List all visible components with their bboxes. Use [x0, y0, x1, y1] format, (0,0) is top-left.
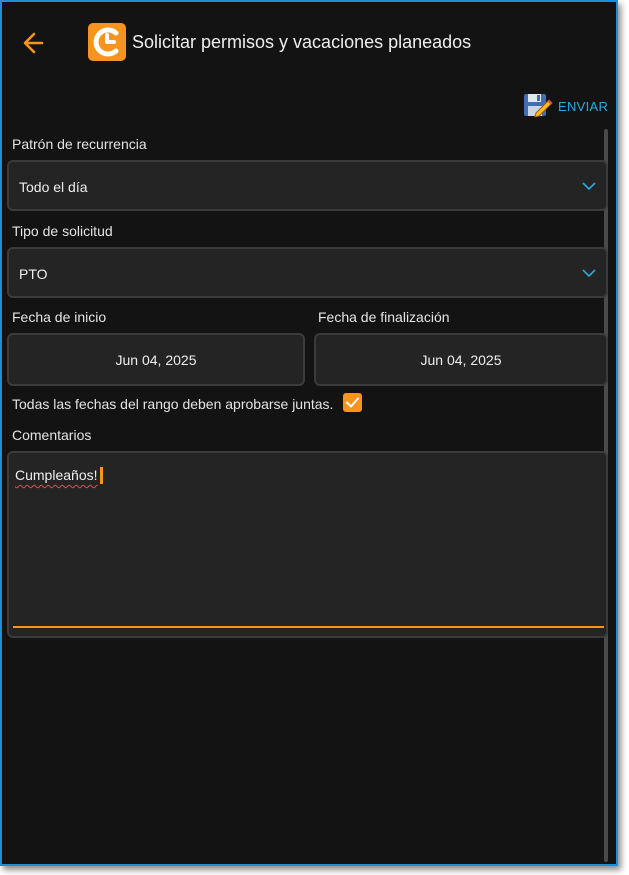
back-button[interactable]: [20, 28, 50, 58]
chevron-down-icon: [582, 269, 596, 278]
end-date-field[interactable]: Jun 04, 2025: [314, 333, 608, 386]
recurrence-select[interactable]: Todo el día: [7, 160, 608, 211]
app-logo-icon: [88, 23, 126, 61]
end-date-label: Fecha de finalización: [318, 309, 450, 325]
start-date-field[interactable]: Jun 04, 2025: [7, 333, 305, 386]
approve-together-checkbox[interactable]: [343, 393, 362, 412]
arrow-left-icon: [23, 32, 44, 54]
send-button[interactable]: ENVIAR: [522, 90, 608, 122]
comments-label: Comentarios: [12, 427, 92, 443]
comments-value: Cumpleaños!: [15, 467, 98, 483]
comments-textarea[interactable]: Cumpleaños!: [7, 451, 608, 638]
send-button-label: ENVIAR: [558, 98, 609, 114]
request-type-label: Tipo de solicitud: [12, 223, 113, 239]
save-edit-icon: [524, 94, 553, 118]
end-date-value: Jun 04, 2025: [420, 351, 502, 368]
page-title: Solicitar permisos y vacaciones planeado…: [132, 32, 472, 52]
start-date-label: Fecha de inicio: [12, 309, 107, 325]
chevron-down-icon: [582, 182, 596, 191]
request-type-select[interactable]: PTO: [7, 247, 608, 298]
recurrence-value: Todo el día: [19, 179, 88, 195]
approve-together-label: Todas las fechas del rango deben aprobar…: [12, 396, 334, 412]
app-window: Solicitar permisos y vacaciones planeado…: [0, 0, 618, 866]
check-icon: [346, 397, 359, 408]
request-type-value: PTO: [19, 266, 48, 282]
focus-underline: [13, 626, 604, 628]
text-caret: [100, 467, 103, 484]
recurrence-label: Patrón de recurrencia: [12, 136, 147, 152]
start-date-value: Jun 04, 2025: [115, 351, 197, 368]
